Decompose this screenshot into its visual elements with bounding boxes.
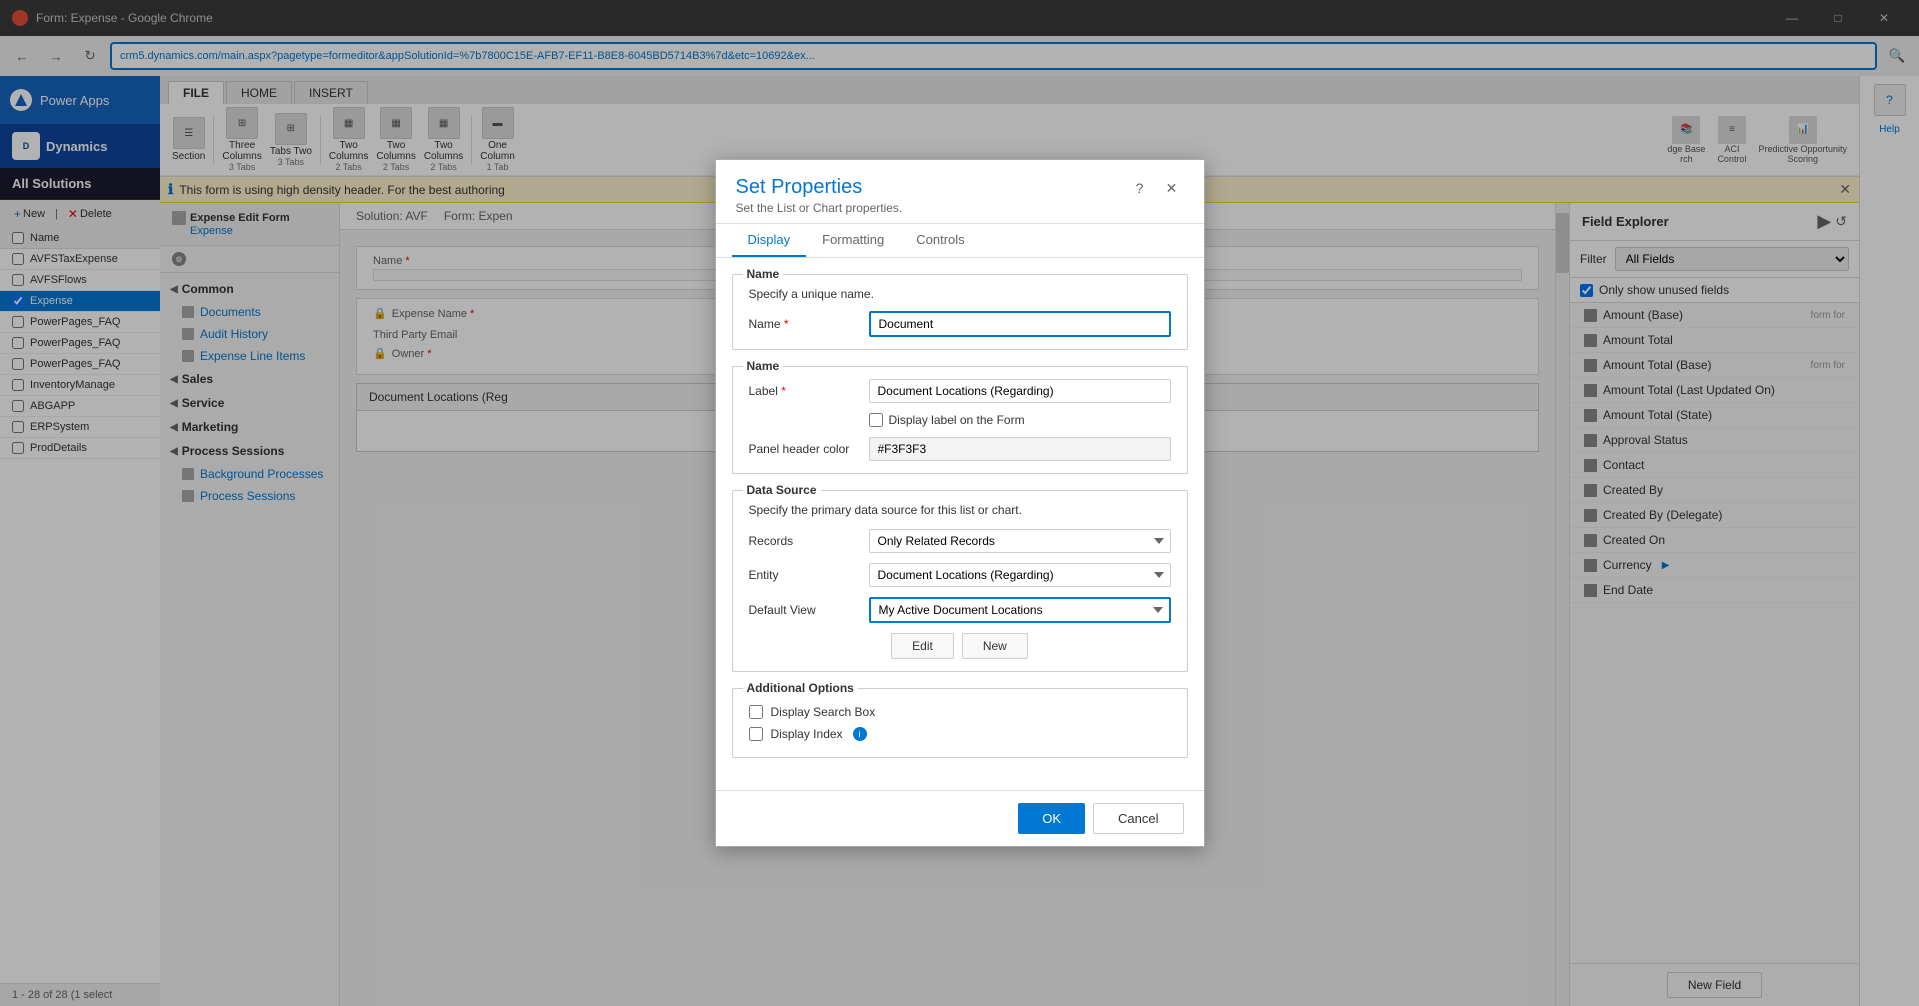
default-view-select[interactable]: My Active Document Locations	[869, 597, 1171, 623]
search-box-label: Display Search Box	[771, 705, 876, 719]
label-required-indicator: *	[781, 384, 786, 398]
label-legend: Name	[743, 359, 784, 373]
entity-field-row: Entity Document Locations (Regarding)	[749, 563, 1171, 587]
display-label-checkbox[interactable]	[869, 413, 883, 427]
records-label: Records	[749, 534, 869, 548]
dialog-body: Name Specify a unique name. Name * Name	[716, 258, 1204, 790]
unique-name-legend: Name	[743, 267, 784, 281]
dialog-titlebar: Set Properties Set the List or Chart pro…	[716, 160, 1204, 224]
dialog-overlay: Set Properties Set the List or Chart pro…	[0, 0, 1919, 1006]
tab-formatting[interactable]: Formatting	[806, 224, 900, 257]
set-properties-dialog: Set Properties Set the List or Chart pro…	[715, 159, 1205, 847]
name-required-indicator: *	[784, 317, 789, 331]
label-input[interactable]	[869, 379, 1171, 403]
dialog-title-actions: ? ✕	[1128, 176, 1184, 200]
unique-name-instruction: Specify a unique name.	[749, 287, 1171, 301]
dialog-help-button[interactable]: ?	[1128, 176, 1152, 200]
additional-options-legend: Additional Options	[743, 681, 858, 695]
label-field-row: Label *	[749, 379, 1171, 403]
panel-color-input[interactable]	[869, 437, 1171, 461]
dialog-title: Set Properties	[736, 176, 903, 199]
edit-new-btn-row: Edit New	[749, 633, 1171, 659]
display-index-checkbox[interactable]	[749, 727, 763, 741]
display-label-row: Display label on the Form	[869, 413, 1171, 427]
tab-controls[interactable]: Controls	[900, 224, 980, 257]
tab-display[interactable]: Display	[732, 224, 807, 257]
dialog-close-button[interactable]: ✕	[1160, 176, 1184, 200]
new-view-button[interactable]: New	[962, 633, 1028, 659]
display-index-label: Display Index	[771, 727, 843, 741]
dialog-title-area: Set Properties Set the List or Chart pro…	[736, 176, 903, 215]
display-index-info-icon[interactable]: i	[853, 727, 867, 741]
datasource-instruction: Specify the primary data source for this…	[749, 503, 1171, 517]
edit-view-button[interactable]: Edit	[891, 633, 954, 659]
unique-name-section: Name Specify a unique name. Name *	[732, 274, 1188, 350]
records-field-row: Records Only Related Records	[749, 529, 1171, 553]
entity-select[interactable]: Document Locations (Regarding)	[869, 563, 1171, 587]
cancel-button[interactable]: Cancel	[1093, 803, 1183, 834]
additional-options-section: Additional Options Display Search Box Di…	[732, 688, 1188, 758]
display-index-row: Display Index i	[749, 723, 1171, 745]
label-input-label: Label *	[749, 384, 869, 398]
dialog-footer: OK Cancel	[716, 790, 1204, 846]
name-input-label: Name *	[749, 317, 869, 331]
default-view-label: Default View	[749, 603, 869, 617]
search-box-row: Display Search Box	[749, 701, 1171, 723]
default-view-field-row: Default View My Active Document Location…	[749, 597, 1171, 623]
datasource-section: Data Source Specify the primary data sou…	[732, 490, 1188, 672]
dialog-tabs: Display Formatting Controls	[716, 224, 1204, 258]
label-section: Name Label * Display label on the Form P	[732, 366, 1188, 474]
panel-color-label: Panel header color	[749, 442, 869, 456]
datasource-legend: Data Source	[743, 483, 821, 497]
name-input[interactable]	[869, 311, 1171, 337]
entity-label: Entity	[749, 568, 869, 582]
ok-button[interactable]: OK	[1018, 803, 1085, 834]
records-select[interactable]: Only Related Records	[869, 529, 1171, 553]
dialog-subtitle: Set the List or Chart properties.	[736, 201, 903, 215]
search-box-checkbox[interactable]	[749, 705, 763, 719]
name-field-row: Name *	[749, 311, 1171, 337]
panel-color-row: Panel header color	[749, 437, 1171, 461]
display-label-text: Display label on the Form	[889, 413, 1025, 427]
